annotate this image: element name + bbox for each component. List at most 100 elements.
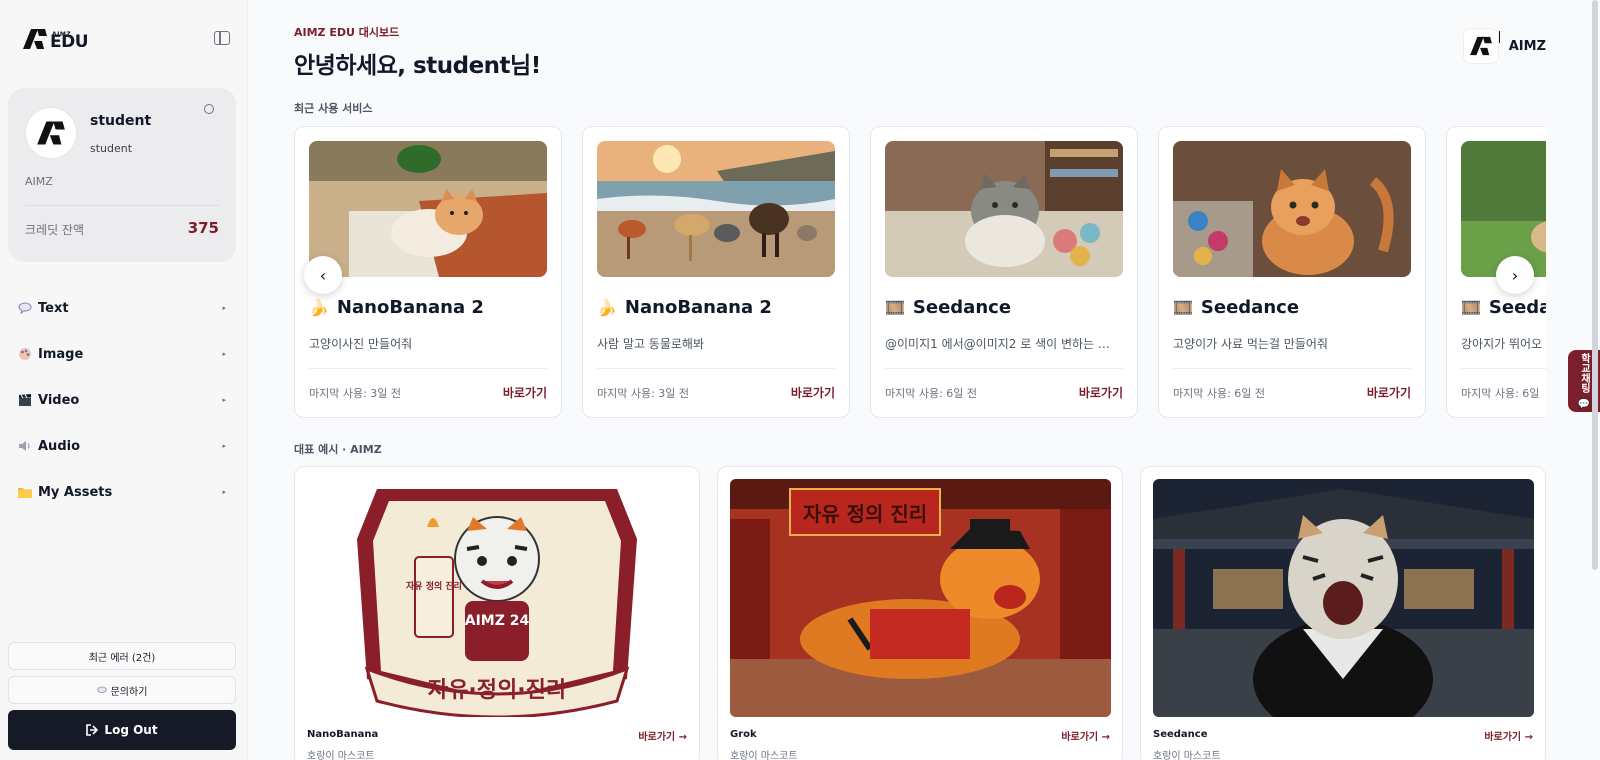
caret-right-icon: ▸: [222, 396, 226, 404]
sidebar-item-my-assets[interactable]: My Assets ▸: [0, 469, 248, 515]
recent-service-card[interactable]: 🎞️ Seedance @이미지1 에서@이미지2 로 색이 변하는 … 마지막…: [870, 126, 1138, 418]
service-prompt: 고양이사진 만들어줘: [309, 337, 413, 351]
aimz-badge-logo: [1462, 28, 1500, 64]
recent-service-card[interactable]: 🎞️ Seedance 고양이가 사료 먹는걸 만들어줘 마지막 사용: 6일 …: [1158, 126, 1426, 418]
scroll-text: 자유 정의 진리: [406, 580, 462, 592]
logo-small-text: AIMZ: [52, 31, 72, 38]
aimz-edu-logo[interactable]: AIMZ EDU: [22, 28, 89, 51]
go-link[interactable]: 바로가기: [1079, 384, 1123, 401]
film-icon: 🎞️: [1173, 298, 1193, 317]
examples-grid: AIMZ 24 자유 정의 진리 자유·정의·진리 NanoBanana 바로가…: [294, 466, 1546, 760]
side-tab-label: 학교채팅: [1578, 352, 1590, 393]
main-content: AIMZ EDU 대시보드 안녕하세요, student님! AIMZ 최근 사…: [294, 0, 1546, 760]
example-image: 자유 정의 진리: [730, 479, 1111, 717]
go-link[interactable]: 바로가기 →: [1061, 728, 1110, 743]
sidebar-item-label: My Assets: [38, 484, 113, 500]
jersey-text: AIMZ 24: [465, 613, 530, 629]
palette-icon: [18, 347, 32, 361]
example-name: Seedance: [1153, 729, 1208, 740]
example-card[interactable]: 자유 정의 진리 Grok 바로가기 → 호랑이 마스코트: [717, 466, 1123, 760]
go-link[interactable]: 바로가기: [1367, 384, 1411, 401]
speech-bubble-icon: [18, 301, 32, 315]
caret-right-icon: ▸: [222, 350, 226, 358]
page-title: 안녕하세요, student님!: [294, 53, 541, 79]
example-card[interactable]: AIMZ 24 자유 정의 진리 자유·정의·진리 NanoBanana 바로가…: [294, 466, 700, 760]
caret-right-icon: ▸: [222, 304, 226, 312]
service-title-text: NanoBanana 2: [624, 297, 772, 318]
logout-button[interactable]: Log Out: [8, 710, 236, 750]
service-prompt: 사람 말고 동물로해봐: [597, 337, 704, 351]
speech-bubble-icon: [96, 686, 107, 693]
service-prompt: @이미지1 에서@이미지2 로 색이 변하는 …: [885, 337, 1110, 351]
example-image: [1153, 479, 1534, 717]
caret-right-icon: ▸: [222, 442, 226, 450]
chevron-left-icon: ‹: [319, 265, 327, 285]
example-name: Grok: [730, 729, 757, 740]
go-link[interactable]: 바로가기 →: [1484, 728, 1533, 743]
recent-errors-label: 최근 에러 (2건): [88, 652, 156, 664]
brand-badge-text: AIMZ: [1508, 38, 1546, 54]
film-icon: 🎞️: [1461, 298, 1481, 317]
breadcrumb-brand: AIMZ EDU: [294, 26, 355, 39]
thumbnail-image: [309, 141, 547, 277]
service-title-text: Seedance: [1200, 297, 1300, 318]
logout-icon: [86, 724, 99, 736]
divider: [309, 368, 547, 369]
service-title: 🍌 NanoBanana 2: [597, 297, 772, 318]
sign-text: 자유 정의 진리: [803, 502, 927, 526]
example-name: NanoBanana: [307, 729, 379, 740]
inquiry-label: 문의하기: [110, 686, 148, 698]
thumbnail-image: [597, 141, 835, 277]
service-title-text: NanoBanana 2: [336, 297, 484, 318]
chat-icon: 💬: [1578, 396, 1590, 410]
example-image: AIMZ 24 자유 정의 진리 자유·정의·진리: [307, 479, 688, 717]
example-subtitle: 호랑이 마스코트: [730, 751, 798, 760]
example-card[interactable]: Seedance 바로가기 → 호랑이 마스코트: [1140, 466, 1546, 760]
sidebar-item-image[interactable]: Image ▸: [0, 331, 248, 377]
settings-icon[interactable]: [204, 104, 214, 114]
go-link[interactable]: 바로가기: [503, 384, 547, 401]
service-title: 🎞️ Seedance: [1173, 297, 1299, 318]
recent-services-carousel: 🍌 NanoBanana 2 고양이사진 만들어줘 마지막 사용: 3일 전 바…: [294, 126, 1546, 419]
carousel-next-button[interactable]: ›: [1496, 256, 1534, 294]
service-title: 🎞️ Seedance: [885, 297, 1011, 318]
sidebar-item-label: Audio: [38, 438, 81, 454]
last-used: 마지막 사용: 6일 전: [1173, 387, 1266, 400]
inquiry-button[interactable]: 문의하기: [8, 676, 236, 704]
sidebar-item-label: Text: [38, 300, 69, 316]
sidebar-item-audio[interactable]: Audio ▸: [0, 423, 248, 469]
thumbnail-image: [1173, 141, 1411, 277]
sidebar-item-text[interactable]: Text ▸: [0, 285, 248, 331]
caret-right-icon: ▸: [222, 488, 226, 496]
divider: [1173, 368, 1411, 369]
speaker-icon: [18, 439, 32, 453]
banana-icon: 🍌: [597, 298, 617, 317]
sidebar-item-label: Video: [38, 392, 80, 408]
avatar: [25, 107, 77, 159]
recent-section-title: 최근 사용 서비스: [294, 102, 373, 115]
sidebar-item-label: Image: [38, 346, 84, 362]
thumbnail-image: [885, 141, 1123, 277]
breadcrumb: AIMZ EDU 대시보드: [294, 24, 399, 40]
breadcrumb-page: 대시보드: [358, 26, 400, 39]
profile-card: student student AIMZ 크레딧 잔액 375: [8, 88, 236, 262]
recent-errors-button[interactable]: 최근 에러 (2건): [8, 642, 236, 670]
banner-text: 자유·정의·진리: [428, 678, 566, 703]
brand-badge[interactable]: AIMZ: [1462, 28, 1546, 64]
chevron-right-icon: ›: [1511, 265, 1519, 285]
folder-icon: [18, 485, 32, 499]
sidebar-item-video[interactable]: Video ▸: [0, 377, 248, 423]
scrollbar[interactable]: [1592, 0, 1598, 570]
credit-value: 375: [187, 219, 219, 237]
go-link[interactable]: 바로가기 →: [638, 728, 687, 743]
sidebar-toggle-icon[interactable]: [214, 31, 230, 45]
divider: [1461, 368, 1546, 369]
thumbnail-image: [1461, 141, 1546, 277]
go-link[interactable]: 바로가기: [791, 384, 835, 401]
carousel-prev-button[interactable]: ‹: [304, 256, 342, 294]
example-subtitle: 호랑이 마스코트: [307, 751, 375, 760]
aimz-logo-icon: [37, 121, 65, 145]
recent-service-card[interactable]: 🍌 NanoBanana 2 사람 말고 동물로해봐 마지막 사용: 3일 전 …: [582, 126, 850, 418]
profile-name: student: [90, 113, 152, 129]
examples-section-title: 대표 예시 · AIMZ: [294, 443, 382, 456]
